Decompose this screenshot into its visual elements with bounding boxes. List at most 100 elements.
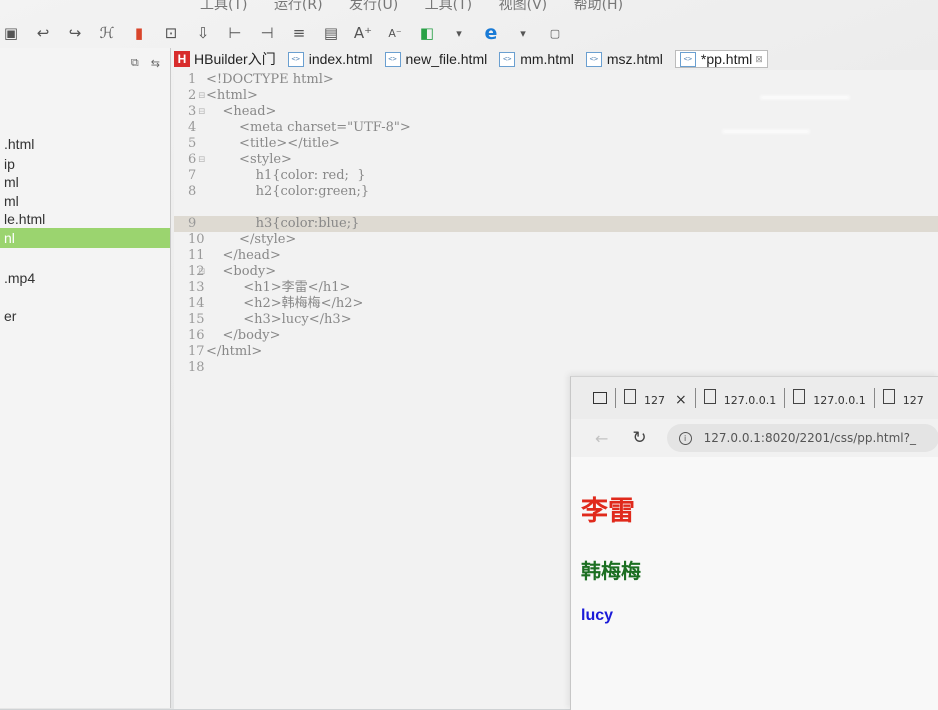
browser-icon[interactable]: e [480, 22, 502, 44]
save-icon[interactable]: ▣ [0, 22, 22, 44]
import-icon[interactable]: ⇩ [192, 22, 214, 44]
code-line: 17 </html> [174, 344, 938, 360]
menu-item-tools[interactable]: 工具(T) [200, 0, 247, 13]
link-editor-icon[interactable]: ⇆ [151, 57, 160, 70]
html-file-icon: <> [287, 51, 304, 67]
tab-pp-html[interactable]: <> *pp.html ⊠ [674, 50, 768, 68]
code-line: 5 <title></title> [174, 136, 938, 152]
tab-label: new_file.html [405, 51, 488, 67]
tab-mm-html[interactable]: <> mm.html [499, 51, 574, 67]
tab-msz-html[interactable]: <> msz.html [585, 51, 663, 67]
tab-separator [784, 388, 786, 408]
fold-icon[interactable]: ⊟ [198, 264, 206, 280]
sidebar-item[interactable]: .html [0, 134, 170, 154]
sidebar-header: ⧉ ⇆ [0, 48, 170, 78]
tab-hbuilder-intro[interactable]: H HBuilder入门 [174, 49, 276, 69]
browser-tab[interactable]: 127 [882, 389, 924, 407]
code-line: 8 h2{color:green;} [174, 184, 938, 200]
run-icon[interactable]: ◧ [416, 22, 438, 44]
code-text: h3{color:blue;} [206, 216, 360, 231]
line-number: 18 [188, 360, 205, 375]
tab-label: index.html [308, 51, 373, 67]
window-icon[interactable] [593, 392, 607, 404]
back-icon[interactable]: ← [595, 429, 608, 448]
tab-separator [873, 388, 875, 408]
sidebar-item[interactable]: le.html [0, 209, 170, 229]
collapse-icon[interactable]: ⧉ [131, 56, 139, 70]
reload-icon[interactable]: ↻ [632, 428, 646, 448]
browser-dropdown-icon[interactable]: ▾ [512, 22, 534, 44]
sidebar-item[interactable]: ml [0, 172, 170, 192]
menu-item-publish[interactable]: 发行(U) [349, 0, 398, 13]
code-text: <!DOCTYPE html> [206, 72, 334, 87]
sidebar-item[interactable]: er [0, 306, 170, 326]
indent-icon[interactable]: ⊢ [224, 22, 246, 44]
sidebar-item[interactable]: ml [0, 191, 170, 211]
browser-tab-label: 127.0.0.1 [813, 394, 866, 407]
code-line: 7 h1{color: red; } [174, 168, 938, 184]
url-text: 127.0.0.1:8020/2201/css/pp.html?_ [703, 431, 917, 445]
browser-tab-label: 127 [644, 393, 665, 407]
screen-glare [760, 96, 850, 99]
settings-icon[interactable]: ▢ [544, 22, 566, 44]
font-decrease-icon[interactable]: A⁻ [384, 22, 406, 44]
hbuilder-icon: H [174, 51, 190, 67]
fold-icon[interactable]: ⊟ [198, 88, 206, 104]
code-line: 1 <!DOCTYPE html> [174, 72, 938, 88]
screen: 工具(T) 运行(R) 发行(U) 工具(T) 视图(V) 帮助(H) ▣ ↩ … [0, 0, 938, 710]
code-text: h1{color: red; } [206, 168, 366, 183]
menu-item-view[interactable]: 视图(V) [499, 0, 548, 13]
code-line: 13 <h1>李雷</h1> [174, 280, 938, 296]
html-file-icon: <> [384, 51, 401, 67]
wrap-icon[interactable]: ≡ [288, 22, 310, 44]
fold-icon[interactable]: ⊟ [198, 104, 206, 120]
format-icon[interactable]: ℋ [96, 22, 118, 44]
fold-icon[interactable]: ⊟ [198, 152, 206, 168]
code-line: 18 [174, 360, 938, 376]
page-icon [703, 389, 716, 404]
url-field[interactable]: i 127.0.0.1:8020/2201/css/pp.html?_ [666, 424, 938, 452]
outdent-icon[interactable]: ⊣ [256, 22, 278, 44]
sidebar-item[interactable]: .mp4 [0, 268, 170, 288]
browser-tab[interactable]: 127.0.0.1 [703, 389, 776, 407]
code-line-current: 9 h3{color:blue;} [174, 216, 938, 232]
rendered-h3: lucy [581, 607, 614, 624]
new-file-icon[interactable]: ⊡ [160, 22, 182, 44]
undo-icon[interactable]: ↩ [32, 22, 54, 44]
browser-tab-active[interactable]: 127 × [624, 388, 687, 408]
run-dropdown-icon[interactable]: ▾ [448, 22, 470, 44]
code-text: </body> [206, 328, 281, 343]
bookmark-icon[interactable]: ▮ [128, 22, 150, 44]
menu-item-run[interactable]: 运行(R) [274, 0, 323, 13]
menu-item-tools-2[interactable]: 工具(T) [425, 0, 472, 13]
tab-close-icon[interactable]: ⊠ [755, 54, 763, 65]
redo-icon[interactable]: ↪ [64, 22, 86, 44]
screen-glare [722, 130, 810, 133]
editor-tabs: H HBuilder入门 <> index.html <> new_file.h… [174, 48, 938, 71]
code-text: <h2>韩梅梅</h2> [206, 296, 364, 311]
tab-index-html[interactable]: <> index.html [287, 51, 373, 67]
html-file-icon: <> [585, 51, 602, 67]
tab-separator [615, 388, 616, 408]
code-text: <h1>李雷</h1> [206, 280, 351, 295]
menu-item-help[interactable]: 帮助(H) [574, 0, 623, 13]
tab-label: HBuilder入门 [194, 51, 276, 67]
comment-icon[interactable]: ▤ [320, 22, 342, 44]
sidebar-item-selected[interactable]: nl [0, 228, 170, 248]
page-icon [624, 388, 636, 404]
browser-tab[interactable]: 127.0.0.1 [793, 389, 866, 407]
project-sidebar: ⧉ ⇆ .html ip ml ml le.html nl .mp4 er [0, 48, 171, 708]
info-icon[interactable]: i [678, 431, 692, 445]
code-text: <body> [206, 264, 277, 279]
font-increase-icon[interactable]: A⁺ [352, 22, 374, 44]
sidebar-item[interactable]: ip [0, 154, 170, 174]
code-text: </style> [206, 232, 297, 247]
close-icon[interactable]: × [675, 392, 687, 408]
tab-label: *pp.html [700, 51, 753, 67]
browser-tab-strip: 127 × 127.0.0.1 127.0.0.1 127 [571, 377, 938, 419]
browser-page: 李雷 韩梅梅 lucy [571, 457, 938, 710]
tab-new-file-html[interactable]: <> new_file.html [384, 51, 488, 67]
code-text: <h3>lucy</h3> [206, 312, 352, 327]
code-text: <meta charset="UTF-8"> [206, 120, 411, 135]
code-line: 4 <meta charset="UTF-8"> [174, 120, 938, 136]
